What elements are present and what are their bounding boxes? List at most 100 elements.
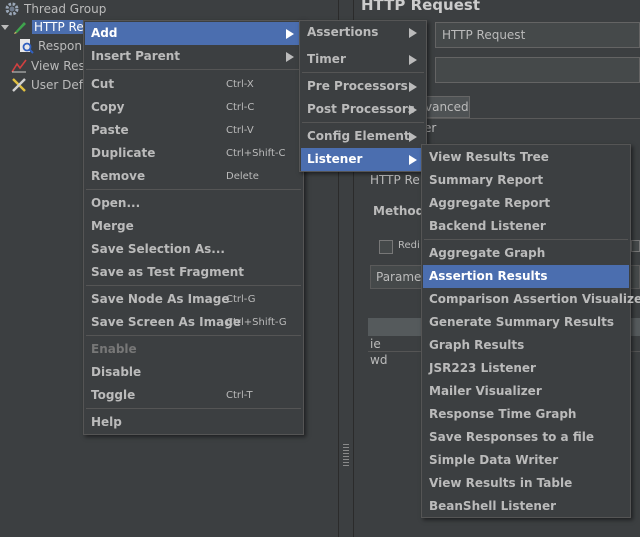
menu-item-save-selection-as[interactable]: Save Selection As... (85, 238, 302, 261)
tree-item-view-results[interactable]: View Res (11, 57, 85, 75)
listener-submenu: View Results Tree Summary Report Aggrega… (421, 144, 640, 518)
menu-item-mailer-visualizer[interactable]: Mailer Visualizer (423, 380, 629, 403)
menu-item-label: Generate Summary Results (429, 315, 615, 329)
menu-item-summary-report[interactable]: Summary Report (423, 169, 629, 192)
menu-item-label: View Results in Table (429, 476, 573, 490)
option-checkbox[interactable] (631, 240, 640, 252)
menu-separator (86, 335, 301, 336)
menu-item-view-results-in-table[interactable]: View Results in Table (423, 472, 629, 495)
table-cell: wd (370, 353, 388, 367)
menu-item-post-processors[interactable]: Post Processors (301, 98, 425, 121)
menu-item-aggregate-report[interactable]: Aggregate Report (423, 192, 629, 215)
menu-item-label: Add (91, 26, 118, 40)
expand-arrow-icon[interactable] (0, 19, 10, 35)
menu-separator (302, 72, 424, 73)
menu-item-label: Save Responses to a file (429, 430, 594, 444)
menu-item-cut[interactable]: Cut Ctrl-X (85, 73, 302, 96)
redirect-checkbox[interactable] (379, 240, 393, 254)
menu-item-save-screen-as-image[interactable]: Save Screen As Image Ctrl+Shift-G (85, 311, 302, 334)
splitter-grip-icon[interactable] (343, 444, 349, 466)
menu-item-label: Mailer Visualizer (429, 384, 542, 398)
shortcut-label: Ctrl-V (226, 125, 254, 136)
menu-item-backend-listener[interactable]: Backend Listener (423, 215, 629, 238)
menu-item-label: Help (91, 415, 122, 429)
menu-item-label: Copy (91, 100, 125, 114)
tools-icon (11, 77, 27, 93)
submenu-arrow-icon (409, 55, 417, 65)
tree-item-label: HTTP Re (32, 20, 86, 34)
chart-icon (11, 58, 27, 74)
submenu-arrow-icon (286, 29, 294, 39)
menu-item-label: Save Screen As Image (91, 315, 241, 329)
menu-item-assertions[interactable]: Assertions (301, 21, 425, 44)
menu-item-label: Open... (91, 196, 141, 210)
tree-item-http-request[interactable]: HTTP Re (0, 18, 86, 36)
menu-item-beanshell-listener[interactable]: BeanShell Listener (423, 495, 629, 518)
tree-item-thread-group[interactable]: Thread Group (4, 0, 106, 18)
menu-item-label: Response Time Graph (429, 407, 577, 421)
menu-item-label: Simple Data Writer (429, 453, 559, 467)
menu-item-copy[interactable]: Copy Ctrl-C (85, 96, 302, 119)
menu-item-label: Save Selection As... (91, 242, 225, 256)
menu-item-label: BeanShell Listener (429, 499, 557, 513)
menu-item-generate-summary-results[interactable]: Generate Summary Results (423, 311, 629, 334)
menu-separator (424, 239, 628, 240)
menu-item-add[interactable]: Add (85, 22, 302, 45)
gear-icon (4, 1, 20, 17)
menu-item-toggle[interactable]: Toggle Ctrl-T (85, 384, 302, 407)
menu-item-label: Aggregate Graph (429, 246, 546, 260)
menu-item-label: Backend Listener (429, 219, 546, 233)
menu-separator (86, 189, 301, 190)
submenu-arrow-icon (409, 28, 417, 38)
shortcut-label: Ctrl-C (226, 102, 255, 113)
menu-item-remove[interactable]: Remove Delete (85, 165, 302, 188)
context-menu: Add Insert Parent Cut Ctrl-X Copy Ctrl-C P… (83, 20, 304, 435)
menu-item-enable[interactable]: Enable (85, 338, 302, 361)
tree-item-label: Thread Group (24, 2, 107, 16)
menu-item-label: Timer (307, 52, 346, 66)
menu-item-simple-data-writer[interactable]: Simple Data Writer (423, 449, 629, 472)
tree-item-label: User Def (31, 78, 84, 92)
menu-item-insert-parent[interactable]: Insert Parent (85, 45, 302, 68)
shortcut-label: Ctrl-G (226, 294, 256, 305)
menu-item-save-as-test-fragment[interactable]: Save as Test Fragment (85, 261, 302, 284)
add-submenu: Assertions Timer Pre Processors Post Pro… (299, 20, 427, 172)
menu-item-label: Config Element (307, 129, 410, 143)
menu-item-label: Comparison Assertion Visualizer (429, 292, 640, 306)
menu-item-label: View Results Tree (429, 150, 549, 164)
menu-item-response-time-graph[interactable]: Response Time Graph (423, 403, 629, 426)
name-field[interactable]: HTTP Request (435, 22, 640, 48)
menu-item-pre-processors[interactable]: Pre Processors (301, 75, 425, 98)
menu-item-label: Merge (91, 219, 134, 233)
menu-item-duplicate[interactable]: Duplicate Ctrl+Shift-C (85, 142, 302, 165)
shortcut-label: Ctrl-T (226, 390, 253, 401)
menu-item-label: Summary Report (429, 173, 544, 187)
tree-item-response[interactable]: Respon (18, 37, 82, 55)
menu-item-listener[interactable]: Listener (301, 148, 425, 171)
menu-item-paste[interactable]: Paste Ctrl-V (85, 119, 302, 142)
menu-item-label: Assertion Results (429, 269, 548, 283)
parameters-header: Parame (376, 270, 422, 284)
submenu-arrow-icon (409, 82, 417, 92)
comments-field[interactable] (435, 57, 640, 83)
menu-item-merge[interactable]: Merge (85, 215, 302, 238)
menu-item-jsr223-listener[interactable]: JSR223 Listener (423, 357, 629, 380)
tree-item-user-defined[interactable]: User Def (11, 76, 83, 94)
menu-item-timer[interactable]: Timer (301, 48, 425, 71)
menu-item-open[interactable]: Open... (85, 192, 302, 215)
menu-item-disable[interactable]: Disable (85, 361, 302, 384)
menu-item-assertion-results[interactable]: Assertion Results (423, 265, 629, 288)
menu-item-label: Insert Parent (91, 49, 181, 63)
menu-separator (302, 122, 424, 123)
menu-item-graph-results[interactable]: Graph Results (423, 334, 629, 357)
pen-icon (12, 19, 28, 35)
tree-item-label: View Res (31, 59, 85, 73)
menu-item-view-results-tree[interactable]: View Results Tree (423, 146, 629, 169)
menu-item-save-node-as-image[interactable]: Save Node As Image Ctrl-G (85, 288, 302, 311)
menu-item-help[interactable]: Help (85, 411, 302, 434)
submenu-arrow-icon (286, 52, 294, 62)
menu-item-aggregate-graph[interactable]: Aggregate Graph (423, 242, 629, 265)
menu-item-save-responses-to-file[interactable]: Save Responses to a file (423, 426, 629, 449)
menu-item-comparison-assertion-visualizer[interactable]: Comparison Assertion Visualizer (423, 288, 640, 311)
menu-item-config-element[interactable]: Config Element (301, 125, 425, 148)
